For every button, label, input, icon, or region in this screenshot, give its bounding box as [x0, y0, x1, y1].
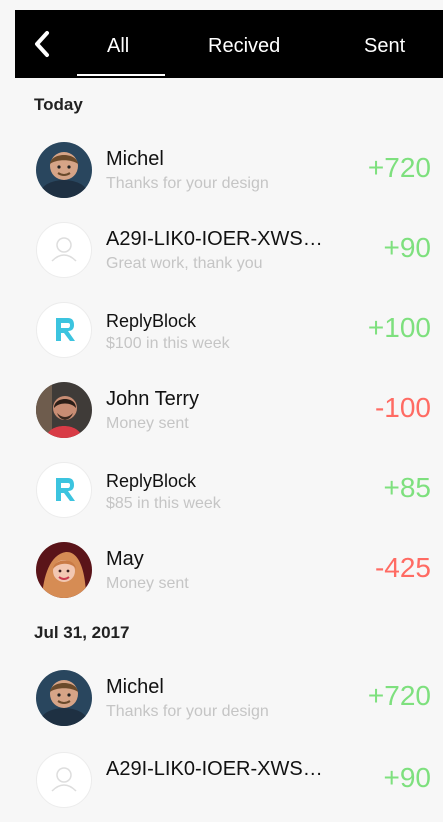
may-avatar	[36, 542, 92, 598]
transaction-subtitle: $85 in this week	[106, 495, 221, 512]
transaction-name: A29I-LIK0-IOER-XWS…	[106, 758, 323, 780]
transaction-subtitle: $100 in this week	[106, 335, 230, 352]
transaction-row[interactable]: Michel Thanks for your design +720	[0, 132, 443, 212]
tab-sent[interactable]: Sent	[364, 34, 405, 58]
transaction-row[interactable]: A29I-LIK0-IOER-XWS… +90	[0, 742, 443, 822]
back-arrow-icon[interactable]	[27, 27, 57, 61]
transaction-name: ReplyBlock	[106, 471, 197, 491]
transaction-amount: +85	[383, 472, 432, 503]
transaction-subtitle: Money sent	[106, 575, 189, 592]
transaction-subtitle: Thanks for your design	[106, 175, 269, 192]
transaction-name: Michel	[106, 148, 164, 170]
transaction-row[interactable]: A29I-LIK0-IOER-XWS… Great work, thank yo…	[0, 212, 443, 292]
michel-avatar	[36, 670, 92, 726]
user-placeholder-icon	[36, 222, 92, 278]
transaction-row[interactable]: ReplyBlock $85 in this week +85	[0, 452, 443, 532]
transaction-amount: +720	[367, 152, 431, 183]
transaction-amount: -100	[374, 392, 431, 423]
tab-all[interactable]: All	[107, 34, 129, 58]
replyblock-logo-icon	[36, 302, 92, 358]
transaction-name: John Terry	[106, 388, 200, 410]
transaction-name: A29I-LIK0-IOER-XWS…	[106, 228, 323, 250]
transaction-row[interactable]: John Terry Money sent -100	[0, 372, 443, 452]
transaction-amount: +100	[367, 312, 431, 343]
section-today: Today	[34, 95, 83, 114]
user-placeholder-icon	[36, 752, 92, 808]
transaction-subtitle: Great work, thank you	[106, 255, 263, 272]
transaction-amount: +720	[367, 680, 431, 711]
transaction-name: May	[106, 548, 144, 570]
transaction-row[interactable]: ReplyBlock $100 in this week +100	[0, 292, 443, 372]
michel-avatar	[36, 142, 92, 198]
transaction-subtitle: Thanks for your design	[106, 703, 269, 720]
top-navigation-bar: All Recived Sent	[15, 10, 443, 78]
transaction-amount: +90	[383, 762, 432, 793]
transaction-row[interactable]: Michel Thanks for your design +720	[0, 660, 443, 740]
transaction-name: Michel	[106, 676, 164, 698]
transaction-subtitle: Money sent	[106, 415, 189, 432]
transaction-row[interactable]: May Money sent -425	[0, 532, 443, 612]
tab-received[interactable]: Recived	[208, 34, 280, 58]
transaction-amount: -425	[374, 552, 431, 583]
replyblock-logo-icon	[36, 462, 92, 518]
active-tab-indicator	[77, 74, 165, 76]
transaction-amount: +90	[383, 232, 432, 263]
section-jul-31-2017: Jul 31, 2017	[34, 623, 130, 642]
john-terry-avatar	[36, 382, 92, 438]
transaction-name: ReplyBlock	[106, 311, 197, 331]
